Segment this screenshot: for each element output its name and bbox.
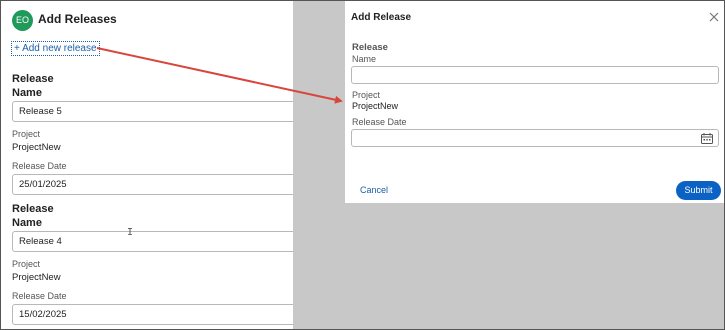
dialog-release-date-input[interactable] bbox=[351, 129, 719, 147]
dialog-name-input[interactable] bbox=[351, 66, 719, 84]
releases-page: EO Add Releases + Add new release Releas… bbox=[1, 1, 312, 329]
release-date-label: Release Date bbox=[12, 161, 67, 171]
release-heading: Release bbox=[12, 73, 54, 85]
name-label: Name bbox=[12, 87, 42, 99]
release-date-label: Release Date bbox=[12, 291, 67, 301]
dialog-project-value: ProjectNew bbox=[352, 101, 399, 111]
release-date-input[interactable]: 15/02/2025 bbox=[12, 304, 312, 325]
text-cursor-icon: I bbox=[127, 227, 134, 238]
dialog-title: Add Release bbox=[351, 12, 412, 23]
dialog-release-date-label: Release Date bbox=[352, 117, 407, 127]
project-label: Project bbox=[12, 259, 41, 269]
avatar: EO bbox=[12, 10, 33, 31]
release-name-input[interactable]: Release 5 bbox=[12, 101, 312, 122]
project-label: Project bbox=[12, 129, 41, 139]
release-date-input[interactable]: 25/01/2025 bbox=[12, 174, 312, 195]
name-label: Name bbox=[12, 217, 42, 229]
release-heading: Release bbox=[12, 203, 54, 215]
page-title: Add Releases bbox=[38, 12, 117, 26]
release-name-input[interactable]: Release 4 bbox=[12, 231, 312, 252]
dialog-name-label: Name bbox=[352, 54, 377, 64]
screenshot-frame: EO Add Releases + Add new release Releas… bbox=[0, 0, 725, 330]
submit-button[interactable]: Submit bbox=[676, 181, 721, 200]
cancel-button[interactable]: Cancel bbox=[360, 185, 388, 195]
close-icon[interactable] bbox=[707, 10, 721, 24]
add-release-dialog: Add Release Release Name Project Project… bbox=[345, 1, 724, 203]
dialog-project-label: Project bbox=[352, 90, 381, 100]
add-new-release-link[interactable]: + Add new release bbox=[11, 41, 100, 56]
calendar-icon[interactable] bbox=[701, 133, 713, 144]
dialog-section-heading: Release bbox=[352, 42, 388, 53]
project-value: ProjectNew bbox=[12, 272, 61, 283]
project-value: ProjectNew bbox=[12, 142, 61, 153]
